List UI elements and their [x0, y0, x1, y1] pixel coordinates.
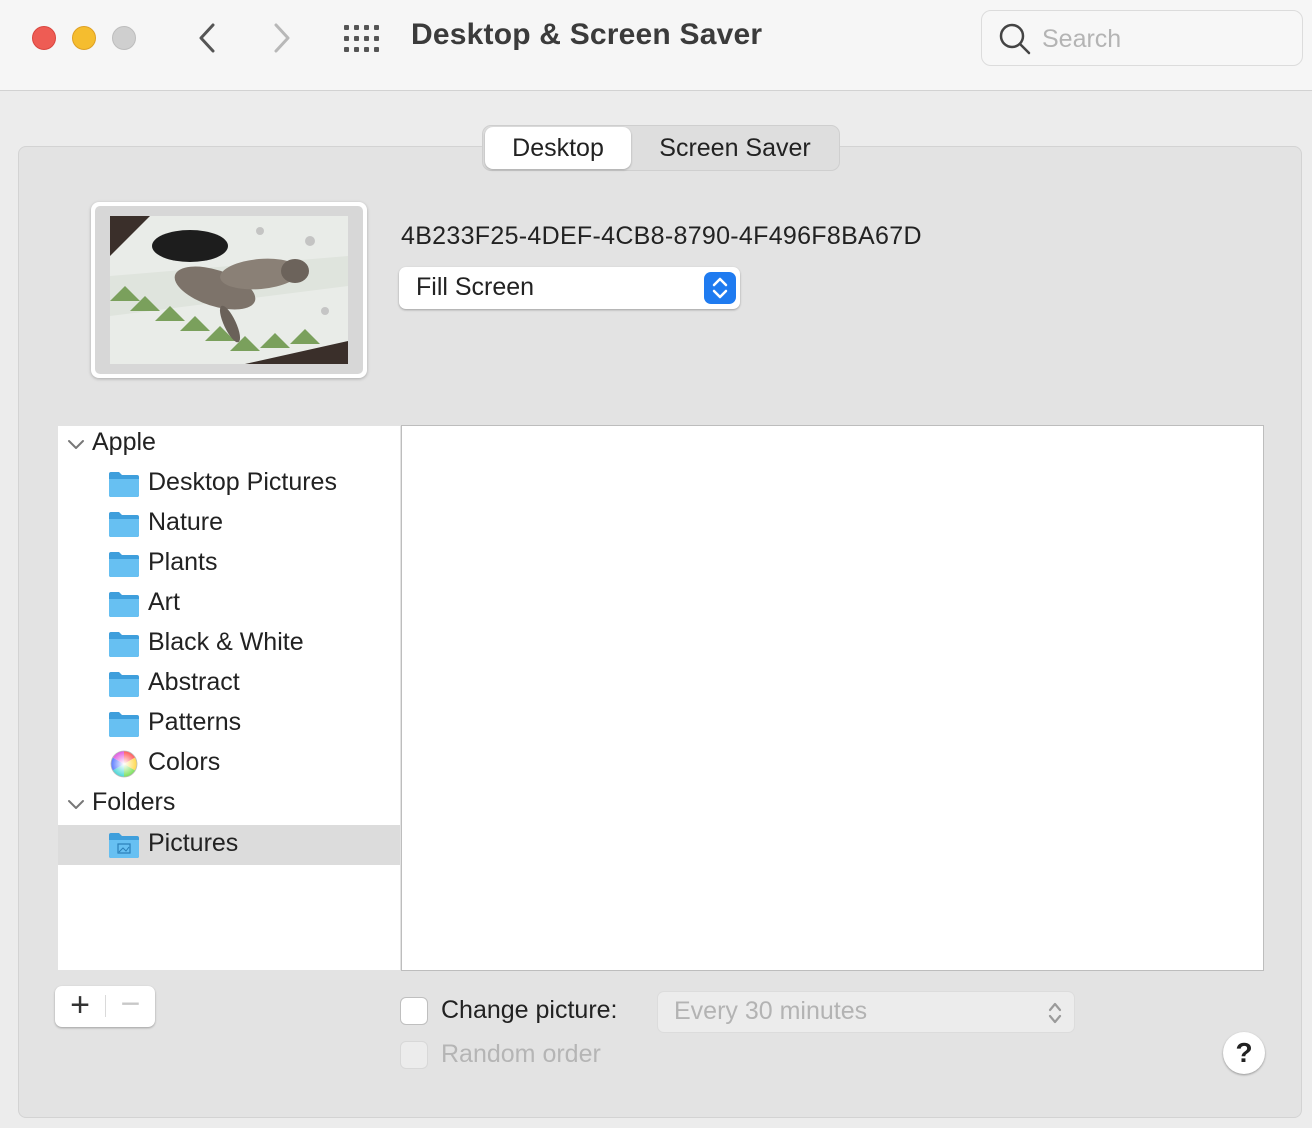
- chevron-right-icon: [274, 23, 290, 53]
- title-bar: Desktop & Screen Saver: [0, 0, 1312, 91]
- source-item-desktop-pictures[interactable]: Desktop Pictures: [58, 464, 400, 504]
- random-order-checkbox[interactable]: [400, 1041, 428, 1069]
- change-interval-value: Every 30 minutes: [674, 997, 868, 1025]
- fit-mode-value: Fill Screen: [416, 273, 535, 301]
- folder-icon: [109, 712, 139, 737]
- source-item-nature[interactable]: Nature: [58, 504, 400, 544]
- source-item-black-white[interactable]: Black & White: [58, 624, 400, 664]
- help-button[interactable]: ?: [1223, 1032, 1265, 1074]
- folder-icon: [109, 472, 139, 497]
- source-item-art[interactable]: Art: [58, 584, 400, 624]
- zoom-window-button[interactable]: [112, 26, 136, 50]
- pictures-folder-icon: [109, 833, 139, 858]
- folder-icon: [109, 552, 139, 577]
- group-header-folders[interactable]: Folders: [58, 784, 400, 824]
- window-title: Desktop & Screen Saver: [411, 18, 763, 51]
- random-order-label: Random order: [441, 1040, 601, 1068]
- folder-icon: [109, 512, 139, 537]
- change-picture-checkbox[interactable]: [400, 997, 428, 1025]
- change-picture-label: Change picture:: [441, 996, 618, 1024]
- search-box[interactable]: [981, 10, 1303, 66]
- chevron-down-icon: [68, 440, 84, 449]
- source-item-colors[interactable]: Colors: [58, 744, 400, 784]
- source-item-plants[interactable]: Plants: [58, 544, 400, 584]
- desktop-picture-thumbnail: [110, 216, 348, 364]
- source-item-abstract[interactable]: Abstract: [58, 664, 400, 704]
- remove-folder-button[interactable]: −: [106, 986, 155, 1027]
- chevron-up-down-icon: [704, 272, 736, 304]
- tab-bar: Desktop Screen Saver: [482, 125, 840, 171]
- folder-icon: [109, 632, 139, 657]
- back-button[interactable]: [190, 20, 226, 56]
- minimize-window-button[interactable]: [72, 26, 96, 50]
- current-picture-name: 4B233F25-4DEF-4CB8-8790-4F496F8BA67D: [401, 222, 922, 250]
- forward-button[interactable]: [264, 20, 300, 56]
- chevron-left-icon: [199, 23, 215, 53]
- close-window-button[interactable]: [32, 26, 56, 50]
- source-item-patterns[interactable]: Patterns: [58, 704, 400, 744]
- folder-icon: [109, 592, 139, 617]
- folder-icon: [109, 672, 139, 697]
- desktop-preview: [91, 202, 367, 378]
- search-icon: [999, 23, 1031, 55]
- tab-desktop[interactable]: Desktop: [485, 127, 631, 169]
- change-interval-select[interactable]: Every 30 minutes: [657, 991, 1075, 1033]
- add-remove-control: + −: [55, 986, 155, 1027]
- chevron-down-icon: [68, 800, 84, 809]
- group-header-apple[interactable]: Apple: [58, 424, 400, 464]
- source-list: Apple Desktop Pictures Nature Plants Art: [58, 426, 400, 970]
- add-folder-button[interactable]: +: [55, 986, 105, 1027]
- show-all-button[interactable]: [343, 24, 383, 54]
- tab-screen-saver[interactable]: Screen Saver: [633, 127, 837, 169]
- picture-grid[interactable]: [401, 425, 1264, 971]
- source-item-pictures[interactable]: Pictures: [58, 825, 400, 865]
- grid-icon: [344, 25, 379, 52]
- chevron-up-down-icon: [1048, 1002, 1062, 1024]
- fit-mode-select[interactable]: Fill Screen: [399, 267, 740, 309]
- search-input[interactable]: [1042, 21, 1282, 57]
- color-wheel-icon: [110, 750, 138, 778]
